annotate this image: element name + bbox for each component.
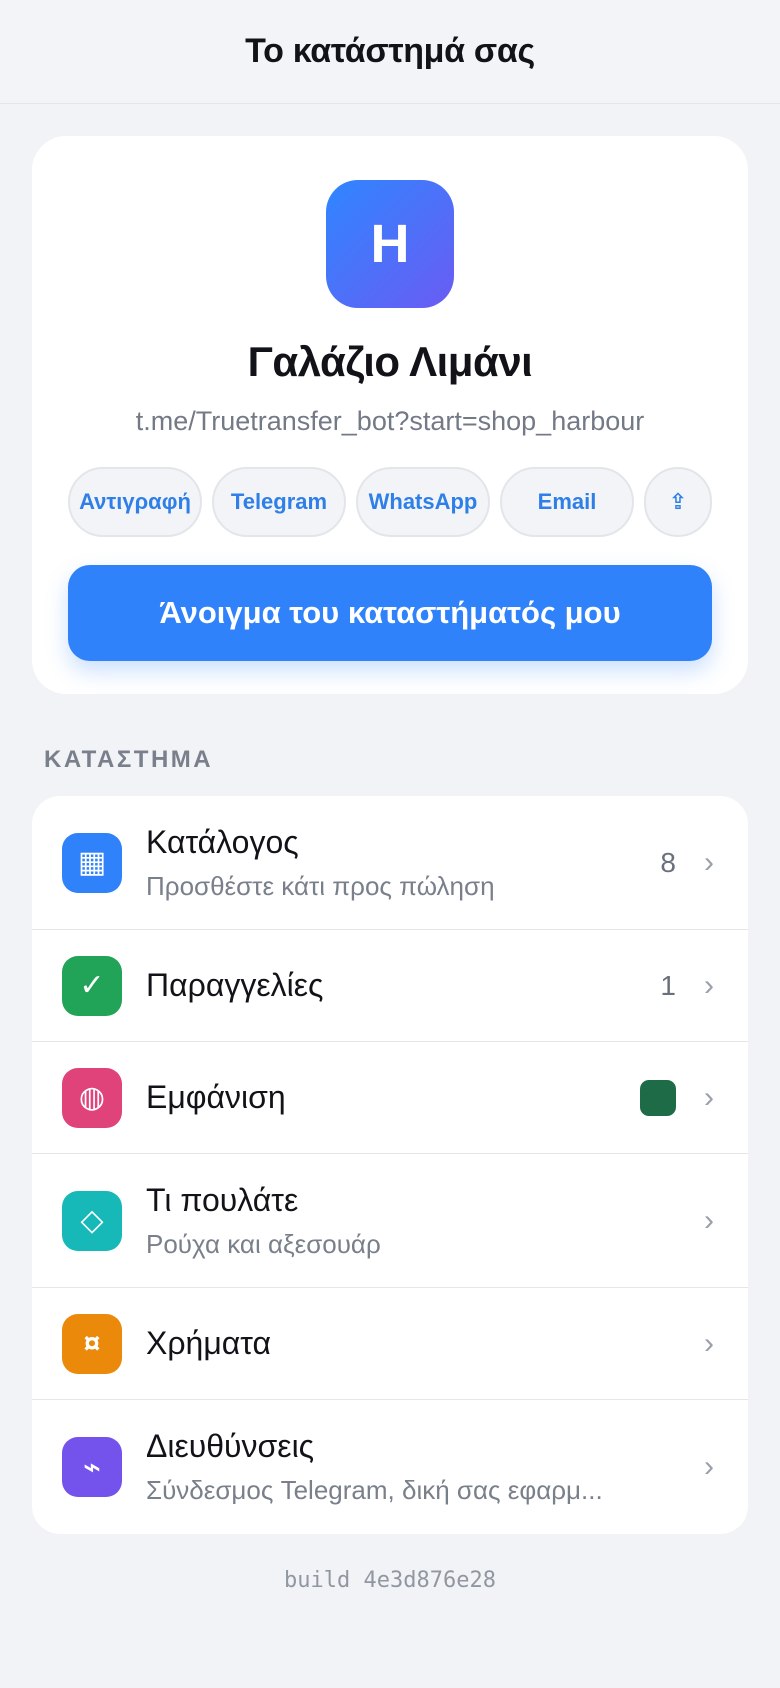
chevron-right-icon: › bbox=[704, 968, 714, 1002]
chevron-right-icon: › bbox=[704, 1450, 714, 1483]
check-icon: ✓ bbox=[62, 955, 122, 1016]
build-version: build 4e3d876e28 bbox=[284, 1568, 496, 1593]
diamond-icon: ◇ bbox=[62, 1190, 122, 1251]
menu-item-what-you-sell[interactable]: ◇ Τι πουλάτε Ρούχα και αξεσουάρ › bbox=[32, 1154, 748, 1288]
share-button[interactable]: ⇪ bbox=[644, 467, 712, 537]
grid-icon: ▦ bbox=[62, 832, 122, 893]
currency-icon: ¤ bbox=[62, 1313, 122, 1374]
share-whatsapp-button[interactable]: WhatsApp bbox=[356, 467, 490, 537]
shop-card: H Γαλάζιο Λιμάνι t.me/Truetransfer_bot?s… bbox=[32, 136, 748, 694]
menu-item-title: Τι πουλάτε bbox=[146, 1181, 299, 1218]
catalog-count: 8 bbox=[660, 846, 676, 878]
share-buttons: Αντιγραφή Telegram WhatsApp Email ⇪ bbox=[68, 467, 712, 537]
menu-item-title: Εμφάνιση bbox=[146, 1079, 286, 1115]
shop-logo: H bbox=[326, 180, 454, 308]
menu-item-subtitle: Προσθέστε κάτι προς πώληση bbox=[146, 870, 495, 901]
menu-item-title: Διευθύνσεις bbox=[146, 1428, 315, 1464]
share-telegram-button[interactable]: Telegram bbox=[212, 467, 346, 537]
link-icon: ⌁ bbox=[62, 1437, 122, 1497]
chevron-right-icon: › bbox=[704, 1326, 714, 1360]
menu-item-appearance[interactable]: ◍ Εμφάνιση › bbox=[32, 1042, 748, 1154]
store-menu: ▦ Κατάλογος Προσθέστε κάτι προς πώληση 8… bbox=[32, 796, 748, 1534]
palette-icon: ◍ bbox=[62, 1067, 122, 1128]
menu-item-orders[interactable]: ✓ Παραγγελίες 1 › bbox=[32, 930, 748, 1042]
top-bar: Το κατάστημά σας bbox=[0, 0, 780, 104]
page-title: Το κατάστημά σας bbox=[245, 32, 535, 70]
chevron-right-icon: › bbox=[704, 845, 714, 879]
orders-count: 1 bbox=[660, 969, 676, 1001]
menu-item-title: Κατάλογος bbox=[146, 823, 299, 860]
menu-item-title: Παραγγελίες bbox=[146, 967, 324, 1003]
section-label-store: ΚΑΤΑΣΤΗΜΑ bbox=[44, 746, 214, 773]
menu-item-addresses[interactable]: ⌁ Διευθύνσεις Σύνδεσμος Telegram, δική σ… bbox=[32, 1400, 748, 1534]
menu-item-subtitle: Σύνδεσμος Telegram, δική σας εφαρμ... bbox=[146, 1475, 603, 1505]
menu-item-money[interactable]: ¤ Χρήματα › bbox=[32, 1288, 748, 1400]
theme-color-swatch bbox=[640, 1079, 676, 1116]
shop-name: Γαλάζιο Λιμάνι bbox=[247, 338, 533, 385]
share-icon: ⇪ bbox=[668, 489, 688, 514]
chevron-right-icon: › bbox=[704, 1203, 714, 1237]
chevron-right-icon: › bbox=[704, 1080, 714, 1114]
menu-item-subtitle: Ρούχα και αξεσουάρ bbox=[146, 1228, 381, 1259]
copy-link-button[interactable]: Αντιγραφή bbox=[68, 467, 202, 537]
menu-item-title: Χρήματα bbox=[146, 1325, 271, 1361]
menu-item-catalog[interactable]: ▦ Κατάλογος Προσθέστε κάτι προς πώληση 8… bbox=[32, 796, 748, 930]
shop-link[interactable]: t.me/Truetransfer_bot?start=shop_harbour bbox=[136, 406, 645, 437]
open-shop-button[interactable]: Άνοιγμα του καταστήματός μου bbox=[68, 565, 712, 661]
share-email-button[interactable]: Email bbox=[500, 467, 634, 537]
